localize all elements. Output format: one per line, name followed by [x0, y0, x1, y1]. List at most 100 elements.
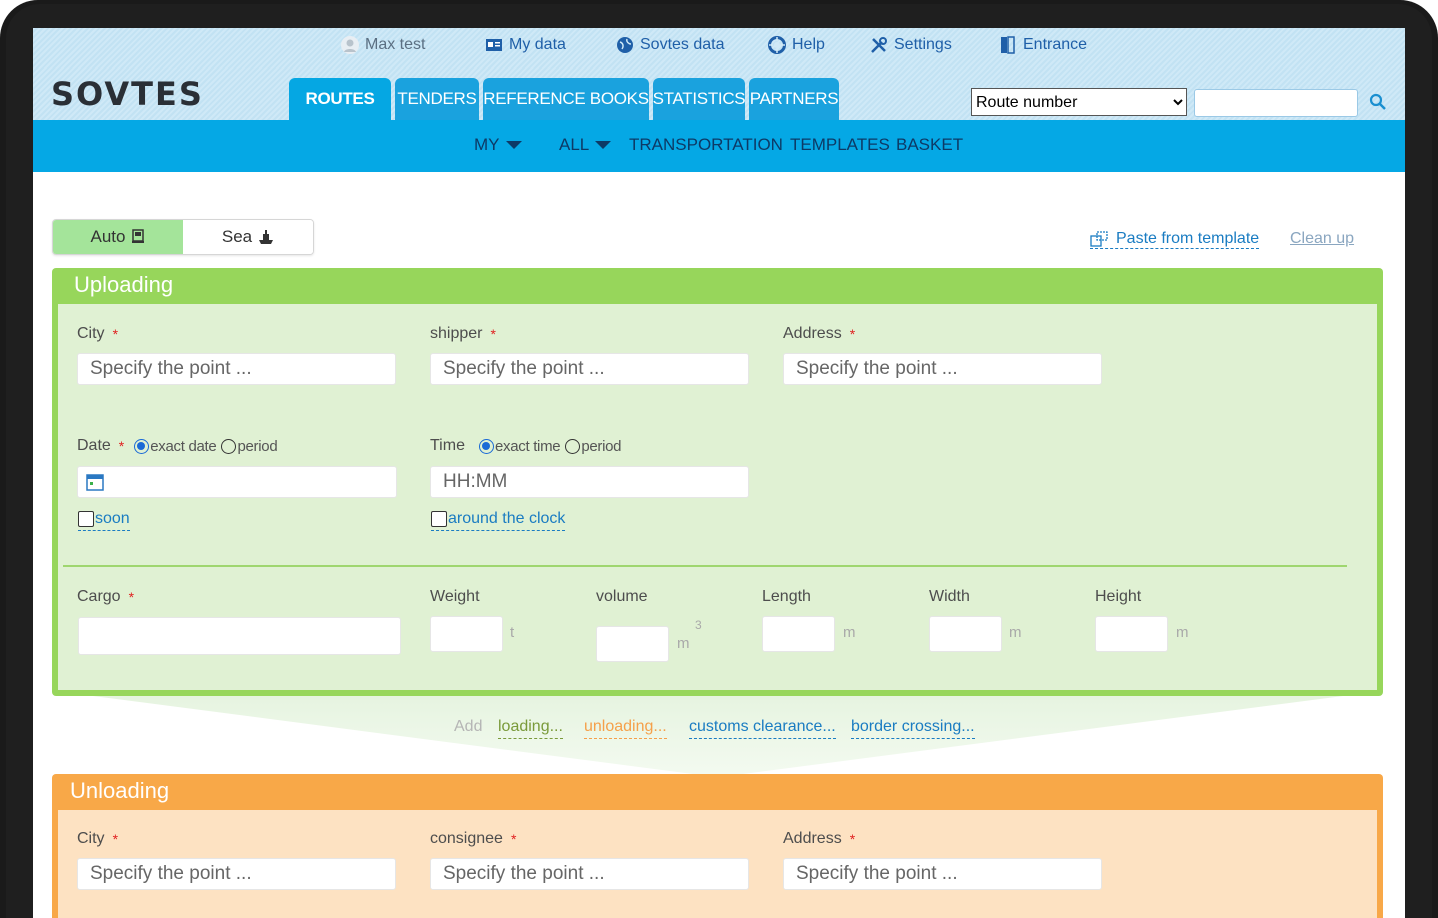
transport-sea[interactable]: Sea — [183, 220, 313, 254]
unload-address-label-text: Address — [783, 830, 842, 847]
subnav-transportation[interactable]: TRANSPORTATION — [629, 135, 783, 155]
around-clock-checkbox[interactable]: around the clock — [431, 510, 566, 531]
subnav-basket[interactable]: BASKET — [896, 135, 963, 155]
upload-time-label-text: Time — [430, 437, 465, 454]
length-label: Length — [762, 588, 811, 605]
my-data-link[interactable]: My data — [485, 36, 566, 54]
date-period-label: period — [237, 437, 278, 455]
template-icon — [1090, 231, 1108, 247]
sovtes-data-link[interactable]: Sovtes data — [616, 36, 725, 54]
height-input[interactable] — [1095, 616, 1168, 652]
unload-consignee-label-text: consignee — [430, 830, 503, 847]
paste-template-link[interactable]: Paste from template — [1090, 230, 1260, 249]
tab-tenders[interactable]: TENDERS — [395, 78, 479, 120]
sovtes-data-label: Sovtes data — [640, 36, 725, 53]
tab-routes[interactable]: ROUTES — [289, 78, 391, 120]
add-label: Add — [454, 718, 483, 735]
help-label: Help — [792, 36, 825, 53]
required-mark: * — [118, 438, 125, 454]
add-unloading-link[interactable]: unloading... — [584, 718, 667, 739]
upload-city-label: City * — [77, 325, 118, 343]
upload-date-input[interactable] — [77, 466, 397, 498]
upload-address-label: Address * — [783, 325, 855, 343]
top-bar: Max test My data Sovtes data Help Settin… — [33, 28, 1405, 68]
upload-date-label: Date * exact date period — [77, 437, 278, 455]
required-mark: * — [128, 589, 135, 605]
cargo-input[interactable] — [78, 617, 401, 655]
soon-checkbox-box[interactable] — [78, 511, 94, 527]
height-unit: m — [1176, 624, 1189, 641]
truck-icon — [132, 229, 145, 243]
around-clock-label: around the clock — [448, 510, 566, 527]
upload-time-input[interactable]: HH:MM — [430, 466, 749, 498]
tab-reference-books[interactable]: REFERENCE BOOKS — [483, 78, 649, 120]
required-mark: * — [112, 326, 119, 342]
sovtes-logo[interactable]: SOVTES — [51, 74, 204, 114]
tools-icon — [871, 37, 887, 53]
required-mark: * — [849, 831, 856, 847]
width-input[interactable] — [929, 616, 1002, 652]
upload-date-label-text: Date — [77, 437, 111, 454]
chevron-down-icon — [595, 141, 612, 149]
tab-statistics[interactable]: STATISTICS — [653, 78, 746, 120]
cargo-label: Cargo * — [77, 588, 134, 606]
search-input[interactable] — [1194, 89, 1358, 117]
unload-city-label: City * — [77, 830, 118, 848]
time-period-radio[interactable] — [565, 438, 581, 454]
subnav-all[interactable]: ALL — [559, 135, 612, 155]
user-link[interactable]: Max test — [341, 36, 425, 54]
tab-partners[interactable]: PARTNERS — [749, 78, 839, 120]
volume-input[interactable] — [596, 626, 669, 662]
date-exact-radio[interactable] — [134, 438, 150, 454]
unload-address-label: Address * — [783, 830, 855, 848]
unload-address-input[interactable]: Specify the point ... — [783, 858, 1102, 890]
unload-consignee-input[interactable]: Specify the point ... — [430, 858, 749, 890]
unload-city-label-text: City — [77, 830, 105, 847]
volume-unit: m — [677, 635, 690, 652]
required-mark: * — [490, 326, 496, 342]
unloading-title: Unloading — [70, 778, 170, 803]
globe-icon — [617, 37, 633, 53]
upload-city-input[interactable]: Specify the point ... — [77, 353, 396, 385]
upload-shipper-label: shipper * — [430, 325, 496, 343]
length-input[interactable] — [762, 616, 835, 652]
add-customs-link[interactable]: customs clearance... — [689, 718, 836, 739]
sub-navigation: MY ALL TRANSPORTATION TEMPLATES BASKET — [33, 120, 1405, 172]
entrance-label: Entrance — [1023, 36, 1088, 53]
upload-shipper-input[interactable]: Specify the point ... — [430, 353, 749, 385]
time-exact-radio[interactable] — [478, 438, 494, 454]
add-loading-link[interactable]: loading... — [498, 718, 563, 739]
clean-up-link[interactable]: Clean up — [1290, 230, 1354, 248]
volume-unit-superscript: 3 — [695, 618, 702, 632]
settings-link[interactable]: Settings — [870, 36, 952, 54]
unload-city-input[interactable]: Specify the point ... — [77, 858, 396, 890]
time-period-label: period — [581, 437, 622, 455]
length-unit: m — [843, 624, 856, 641]
cargo-label-text: Cargo — [77, 588, 121, 605]
upload-city-label-text: City — [77, 325, 105, 342]
calendar-icon[interactable] — [86, 473, 104, 491]
logo-text: SOVTES — [51, 75, 204, 113]
entrance-link[interactable]: Entrance — [999, 36, 1087, 54]
subnav-my[interactable]: MY — [474, 135, 522, 155]
upload-shipper-label-text: shipper — [430, 325, 483, 342]
search-icon[interactable] — [1368, 92, 1388, 112]
help-link[interactable]: Help — [768, 36, 825, 54]
date-period-radio[interactable] — [221, 438, 237, 454]
width-label: Width — [929, 588, 970, 605]
upload-address-input[interactable]: Specify the point ... — [783, 353, 1102, 385]
time-exact-label: exact time — [494, 437, 561, 455]
height-label: Height — [1095, 588, 1142, 605]
required-mark: * — [112, 831, 119, 847]
lifebuoy-icon — [768, 36, 786, 54]
transport-auto[interactable]: Auto — [53, 220, 183, 254]
around-clock-checkbox-box[interactable] — [431, 511, 447, 527]
add-border-link[interactable]: border crossing... — [851, 718, 975, 739]
soon-checkbox[interactable]: soon — [78, 510, 130, 531]
search-type-select[interactable]: Route number — [971, 88, 1187, 116]
id-card-icon — [486, 39, 502, 51]
settings-label: Settings — [894, 36, 952, 53]
weight-input[interactable] — [430, 616, 503, 652]
device-frame: Max test My data Sovtes data Help Settin… — [0, 0, 1438, 918]
subnav-templates[interactable]: TEMPLATES — [790, 135, 890, 155]
